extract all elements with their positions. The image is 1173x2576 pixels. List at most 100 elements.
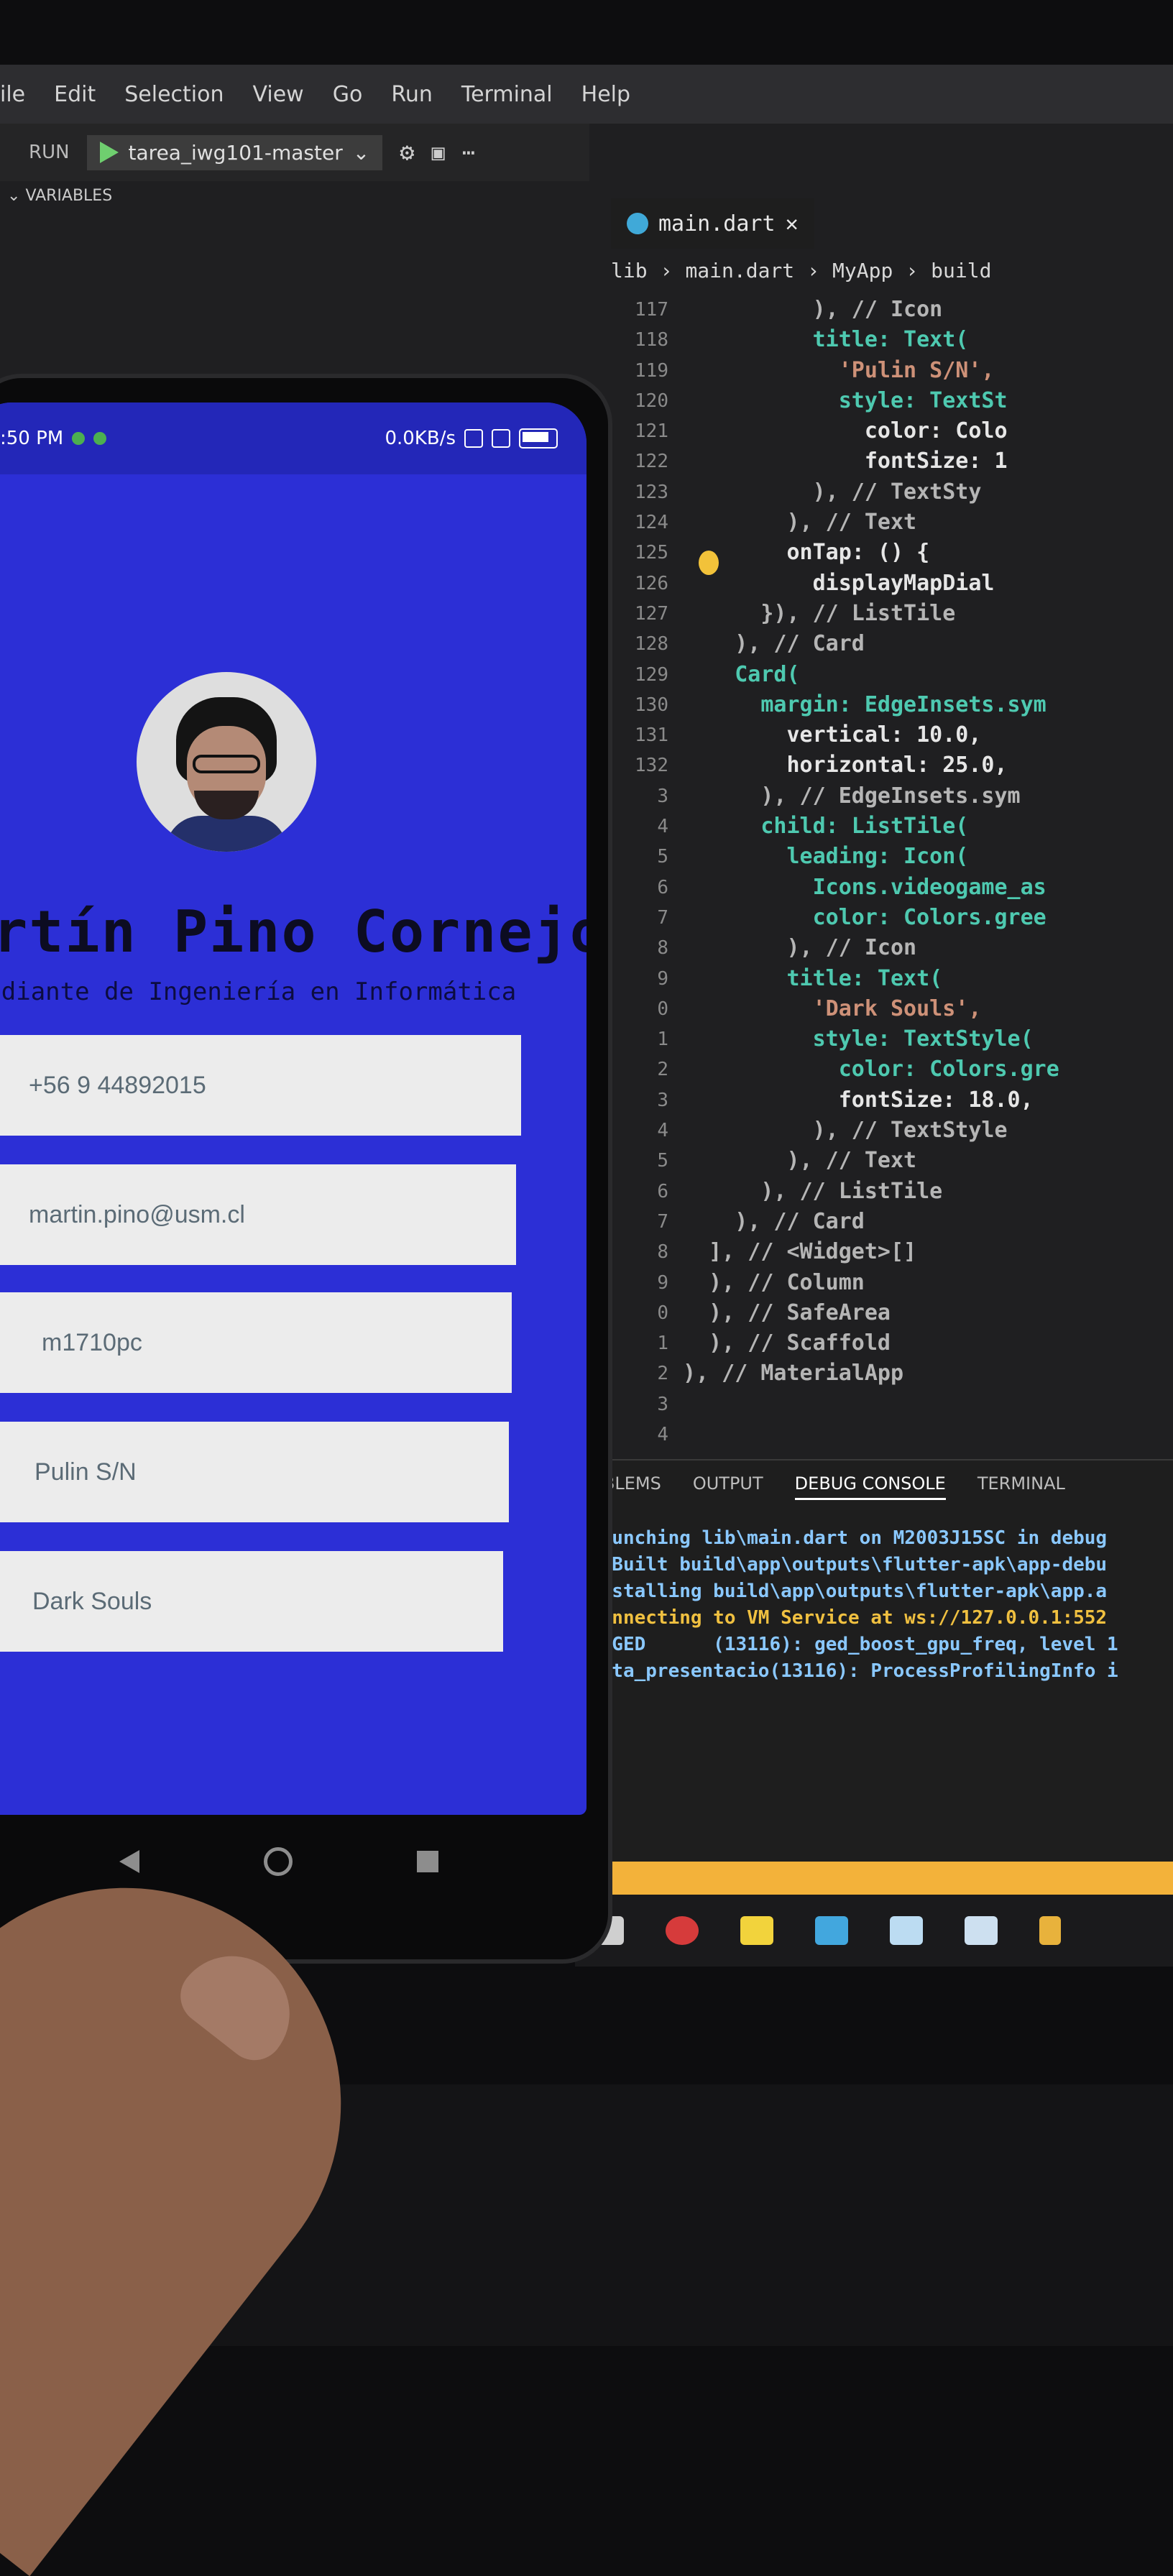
code-line[interactable]: ), // SafeArea xyxy=(683,1298,1173,1328)
code-line[interactable]: fontSize: 18.0, xyxy=(683,1085,1173,1116)
variables-label: VARIABLES xyxy=(25,187,113,205)
app-icon[interactable] xyxy=(890,1916,923,1945)
breadcrumb-item[interactable]: main.dart xyxy=(685,259,794,282)
menu-selection[interactable]: Selection xyxy=(124,82,224,107)
line-number: 1 xyxy=(657,1029,668,1051)
status-bar xyxy=(575,1862,1173,1895)
editor-tab-main-dart[interactable]: main.dart ✕ xyxy=(611,198,814,249)
code-line[interactable]: onTap: () { xyxy=(683,538,1173,568)
code-line[interactable]: 'Dark Souls', xyxy=(683,994,1173,1024)
code-line[interactable]: title: Text( xyxy=(683,964,1173,994)
code-line[interactable]: displayMapDial xyxy=(683,569,1173,599)
code-line[interactable]: margin: EdgeInsets.sym xyxy=(683,690,1173,720)
chevron-down-icon: ⌄ xyxy=(7,187,26,205)
email-card[interactable]: martin.pino@usm.cl xyxy=(0,1164,516,1265)
code-line[interactable]: ), // Icon xyxy=(683,933,1173,963)
menu-view[interactable]: View xyxy=(253,82,304,107)
menu-file[interactable]: ile xyxy=(0,82,25,107)
menu-terminal[interactable]: Terminal xyxy=(461,82,553,107)
app-icon[interactable] xyxy=(965,1916,998,1945)
tab-debug-console[interactable]: DEBUG CONSOLE xyxy=(794,1473,946,1500)
code-line[interactable]: ), // Text xyxy=(683,1146,1173,1176)
code-line[interactable]: Card( xyxy=(683,660,1173,690)
line-number: 132 xyxy=(635,755,668,777)
address: Pulin S/N xyxy=(34,1458,137,1486)
phone-screen: :50 PM 0.0KB/s artín Pino Cornejo diante… xyxy=(0,402,586,1815)
file-explorer-icon[interactable] xyxy=(1039,1916,1061,1945)
code-line[interactable]: color: Colors.gree xyxy=(683,903,1173,933)
store-icon[interactable] xyxy=(815,1916,848,1945)
run-config-select[interactable]: tarea_iwg101-master ⌄ xyxy=(86,134,383,170)
code-line[interactable]: horizontal: 25.0, xyxy=(683,750,1173,781)
gear-icon[interactable]: ⚙ xyxy=(400,138,414,167)
menu-help[interactable]: Help xyxy=(581,82,630,107)
menu-edit[interactable]: Edit xyxy=(54,82,96,107)
line-number: 4 xyxy=(657,1120,668,1142)
lightbulb-icon[interactable] xyxy=(699,551,719,575)
code-line[interactable]: style: TextStyle( xyxy=(683,1024,1173,1054)
line-number: 122 xyxy=(635,451,668,473)
more-icon[interactable]: ⋯ xyxy=(462,140,475,165)
home-icon[interactable] xyxy=(263,1847,293,1876)
terminal-icon[interactable]: ▣ xyxy=(432,140,445,165)
code-line[interactable]: }), // ListTile xyxy=(683,599,1173,629)
line-number: 9 xyxy=(657,1271,668,1294)
menu-run[interactable]: Run xyxy=(391,82,433,107)
code-line[interactable]: ), // Card xyxy=(683,1207,1173,1237)
line-number: 7 xyxy=(657,906,668,929)
line-number: 125 xyxy=(635,542,668,564)
code-line[interactable]: Icons.videogame_as xyxy=(683,873,1173,903)
menu-go[interactable]: Go xyxy=(333,82,363,107)
code-line[interactable]: color: Colo xyxy=(683,416,1173,446)
console-line: Installing build\app\outputs\flutter-apk… xyxy=(589,1581,1108,1602)
code-line[interactable]: color: Colors.gre xyxy=(683,1054,1173,1085)
code-line[interactable]: ), // Scaffold xyxy=(683,1328,1173,1358)
breadcrumb-item[interactable]: MyApp xyxy=(832,259,893,282)
ide-menubar: ile Edit Selection View Go Run Terminal … xyxy=(0,65,1173,124)
code-line[interactable]: ), // Card xyxy=(683,629,1173,659)
opera-icon[interactable] xyxy=(666,1916,699,1945)
code-editor[interactable]: ), // Icon title: Text( 'Pulin S/N', sty… xyxy=(683,295,1173,1389)
code-line[interactable]: ), // Column xyxy=(683,1268,1173,1298)
breadcrumb-item[interactable]: lib xyxy=(611,259,648,282)
line-number: 3 xyxy=(657,1393,668,1415)
username-card[interactable]: m1710pc xyxy=(0,1292,512,1393)
code-line[interactable]: ), // TextSty xyxy=(683,477,1173,507)
code-line[interactable]: ), // TextStyle xyxy=(683,1116,1173,1146)
address-card[interactable]: Pulin S/N xyxy=(0,1422,509,1522)
line-number: 128 xyxy=(635,633,668,656)
tab-output[interactable]: OUTPUT xyxy=(693,1473,763,1500)
tab-terminal[interactable]: TERMINAL xyxy=(978,1473,1065,1500)
code-line[interactable]: ), // EdgeInsets.sym xyxy=(683,781,1173,811)
code-line[interactable]: fontSize: 1 xyxy=(683,446,1173,477)
game-card[interactable]: Dark Souls xyxy=(0,1551,503,1652)
line-number: 126 xyxy=(635,572,668,594)
code-line[interactable]: ), // Text xyxy=(683,507,1173,538)
back-icon[interactable] xyxy=(119,1850,140,1873)
console-line: ✓ Built build\app\outputs\flutter-apk\ap… xyxy=(589,1554,1108,1576)
sticky-notes-icon[interactable] xyxy=(740,1916,773,1945)
variables-section[interactable]: ⌄ VARIABLES xyxy=(7,187,112,205)
close-icon[interactable]: ✕ xyxy=(786,211,799,236)
code-line[interactable]: child: ListTile( xyxy=(683,811,1173,842)
line-number: 0 xyxy=(657,998,668,1020)
console-line: Connecting to VM Service at ws://127.0.0… xyxy=(589,1607,1108,1629)
editor-tab-label: main.dart xyxy=(658,211,776,236)
breadcrumb-item[interactable]: build xyxy=(931,259,991,282)
recents-icon[interactable] xyxy=(416,1851,438,1872)
phone-card[interactable]: +56 9 44892015 xyxy=(0,1035,521,1136)
code-line[interactable]: ), // ListTile xyxy=(683,1177,1173,1207)
code-line[interactable]: style: TextSt xyxy=(683,386,1173,416)
code-line[interactable]: vertical: 10.0, xyxy=(683,720,1173,750)
code-line[interactable]: ], // <Widget>[] xyxy=(683,1237,1173,1267)
play-icon[interactable] xyxy=(99,142,119,163)
code-line[interactable]: 'Pulin S/N', xyxy=(683,356,1173,386)
line-number: 2 xyxy=(657,1363,668,1385)
code-line[interactable]: ), // Icon xyxy=(683,295,1173,325)
chevron-right-icon: › xyxy=(906,259,919,282)
status-time: :50 PM xyxy=(0,428,64,449)
line-number: 4 xyxy=(657,1423,668,1445)
code-line[interactable]: title: Text( xyxy=(683,325,1173,355)
code-line[interactable]: leading: Icon( xyxy=(683,842,1173,872)
code-line[interactable]: ), // MaterialApp xyxy=(683,1358,1173,1389)
